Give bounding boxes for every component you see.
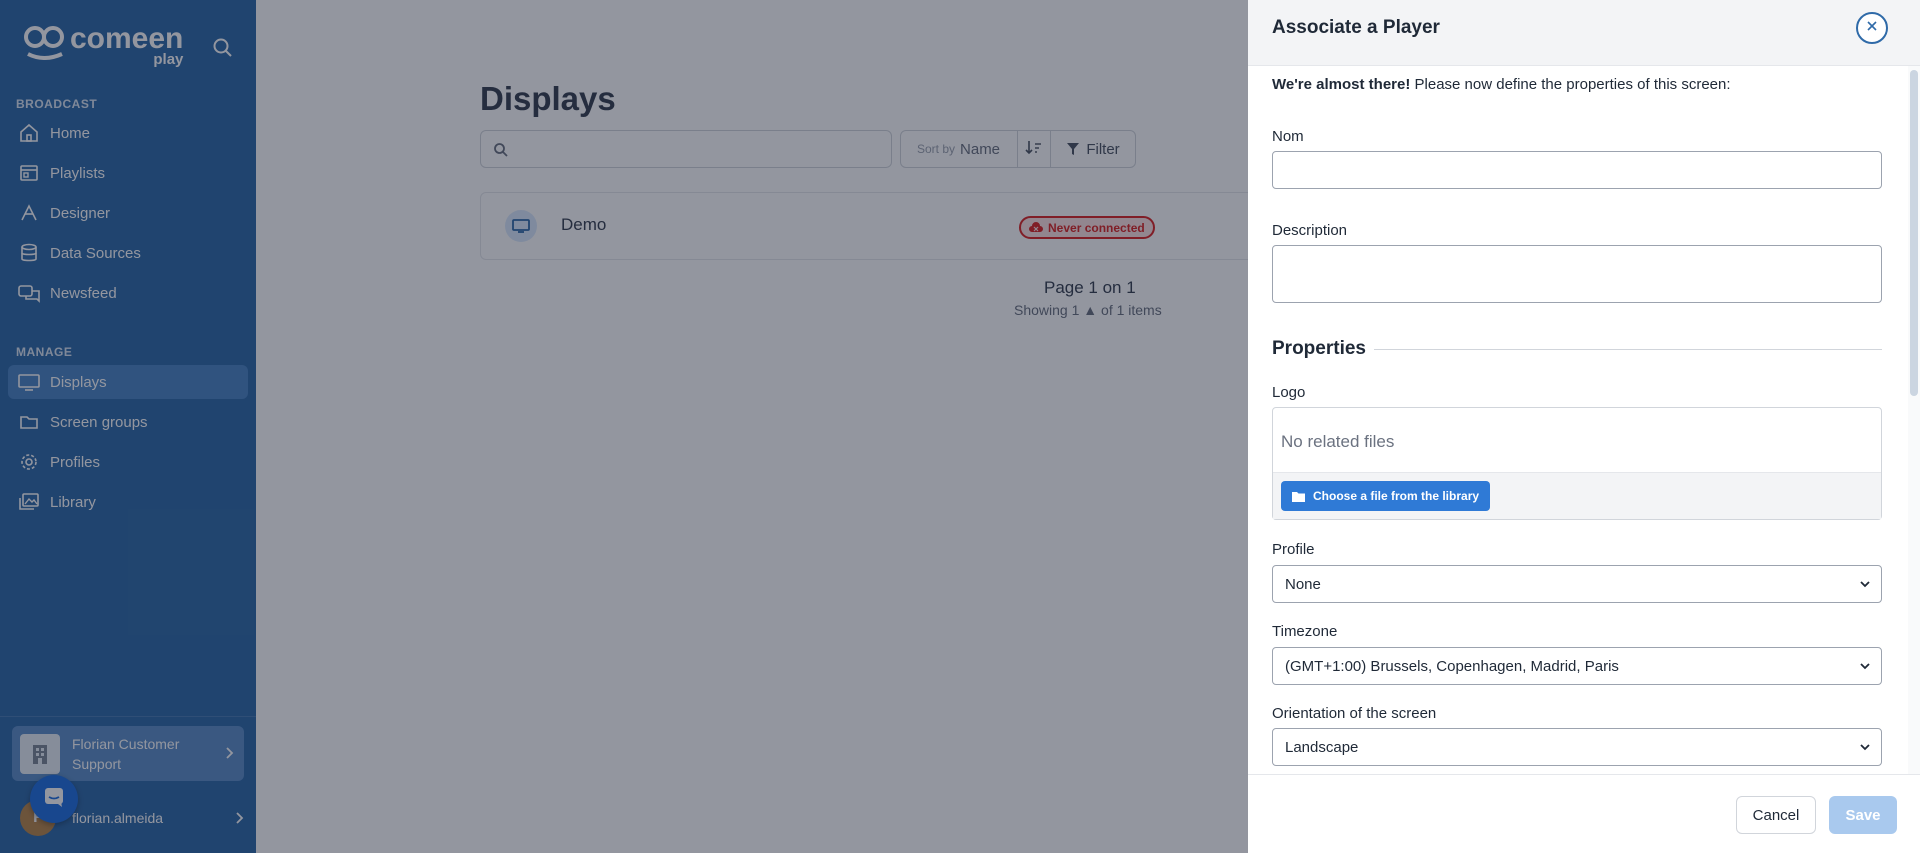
associate-player-panel: Associate a Player We're almost there! P…	[1248, 0, 1920, 853]
orientation-select[interactable]: Landscape	[1272, 728, 1882, 766]
choose-file-button[interactable]: Choose a file from the library	[1281, 481, 1491, 511]
close-icon	[1866, 19, 1878, 37]
name-field[interactable]	[1272, 151, 1882, 189]
profile-select[interactable]: None	[1272, 565, 1882, 603]
profile-selected: None	[1285, 575, 1321, 593]
logo-label: Logo	[1272, 384, 1306, 401]
panel-footer: Cancel Save	[1248, 774, 1920, 853]
timezone-select[interactable]: (GMT+1:00) Brussels, Copenhagen, Madrid,…	[1272, 647, 1882, 685]
chevron-down-icon	[1859, 743, 1871, 751]
section-divider	[1374, 349, 1882, 350]
cancel-button[interactable]: Cancel	[1736, 796, 1816, 834]
close-button[interactable]	[1856, 12, 1888, 44]
description-field[interactable]	[1272, 245, 1882, 303]
chevron-down-icon	[1859, 580, 1871, 588]
folder-icon	[1292, 491, 1305, 502]
choose-file-label: Choose a file from the library	[1313, 489, 1480, 503]
timezone-label: Timezone	[1272, 623, 1338, 640]
intro-bold: We're almost there!	[1272, 76, 1411, 93]
timezone-selected: (GMT+1:00) Brussels, Copenhagen, Madrid,…	[1285, 657, 1619, 675]
logo-picker-footer: Choose a file from the library	[1273, 472, 1881, 519]
panel-header: Associate a Player	[1248, 0, 1920, 66]
panel-title: Associate a Player	[1272, 17, 1440, 38]
name-label: Nom	[1272, 128, 1304, 145]
logo-file-picker: No related files Choose a file from the …	[1272, 407, 1882, 520]
intro-text: We're almost there! Please now define th…	[1272, 76, 1731, 93]
save-button[interactable]: Save	[1829, 796, 1897, 834]
chevron-down-icon	[1859, 662, 1871, 670]
profile-label: Profile	[1272, 541, 1315, 558]
description-label: Description	[1272, 222, 1348, 239]
properties-heading: Properties	[1272, 338, 1366, 359]
orientation-label: Orientation of the screen	[1272, 705, 1437, 722]
orientation-selected: Landscape	[1285, 738, 1359, 756]
intro-rest: Please now define the properties of this…	[1410, 76, 1731, 93]
scrollbar-thumb[interactable]	[1910, 70, 1918, 396]
logo-empty-text: No related files	[1281, 432, 1395, 451]
